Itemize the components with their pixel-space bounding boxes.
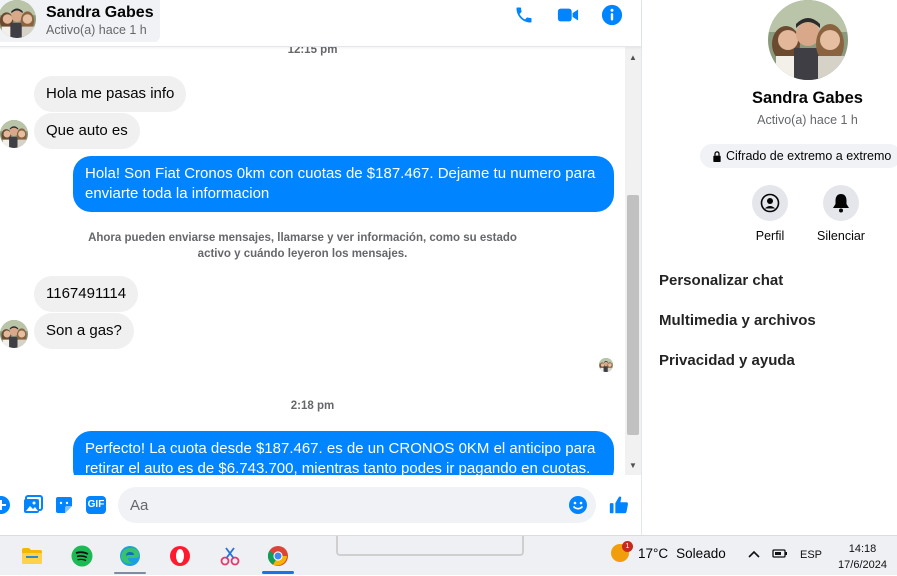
incoming-message[interactable]: Son a gas? <box>34 313 134 349</box>
chrome-icon[interactable] <box>258 536 298 576</box>
clock[interactable]: 14:18 17/6/2024 <box>830 541 895 573</box>
profile-icon <box>752 185 788 221</box>
conversation-info-panel: Sandra Gabes Activo(a) hace 1 h Cifrado … <box>641 0 897 535</box>
profile-label: Perfil <box>755 229 785 243</box>
scroll-down-arrow-icon[interactable]: ▼ <box>625 457 641 473</box>
emoji-icon[interactable] <box>567 494 589 516</box>
customize-chat-item[interactable]: Personalizar chat <box>659 272 783 289</box>
spotify-icon[interactable] <box>62 536 102 576</box>
scrollbar[interactable]: ▲ ▼ <box>625 47 641 475</box>
gif-label: GIF <box>85 496 107 514</box>
weather-widget[interactable]: 1 17°C Soleado <box>610 541 726 563</box>
network-icon[interactable] <box>772 547 788 562</box>
chevron-up-icon[interactable] <box>748 549 760 561</box>
info-icon[interactable] <box>601 4 623 26</box>
language-indicator[interactable]: ESP <box>800 549 822 561</box>
contact-header-button[interactable]: Sandra Gabes Activo(a) hace 1 h <box>0 0 160 42</box>
chat-panel: Sandra Gabes Activo(a) hace 1 h 12:15 pm… <box>0 0 641 535</box>
lock-icon <box>713 150 721 162</box>
timestamp: 2:18 pm <box>290 400 335 412</box>
system-notice: Ahora pueden enviarse mensajes, llamarse… <box>88 232 517 260</box>
scroll-up-arrow-icon[interactable]: ▲ <box>625 49 641 65</box>
privacy-support-item[interactable]: Privacidad y ayuda <box>659 352 795 369</box>
weather-temp: 17°C <box>638 545 669 561</box>
bell-icon <box>823 185 859 221</box>
sticker-icon[interactable] <box>53 494 75 516</box>
message-input[interactable] <box>118 487 596 523</box>
messenger-window: Sandra Gabes Activo(a) hace 1 h 12:15 pm… <box>0 0 897 535</box>
read-receipt-avatar <box>599 358 613 372</box>
message-list[interactable]: 12:15 pm Hola me pasas info Que auto es … <box>0 47 625 475</box>
clock-time: 14:18 <box>848 543 877 555</box>
system-tray: ESP <box>748 547 822 562</box>
taskbar: 1 17°C Soleado ESP 14:18 17/6/2024 <box>0 535 897 575</box>
video-call-icon[interactable] <box>557 4 579 26</box>
profile-name: Sandra Gabes <box>752 89 863 107</box>
composer: GIF <box>0 475 641 535</box>
window-preview-outline <box>336 536 524 556</box>
profile-button[interactable]: Perfil <box>735 185 805 243</box>
profile-status: Activo(a) hace 1 h <box>757 113 858 127</box>
outgoing-message[interactable]: Perfecto! La cuota desde $187.467. es de… <box>73 431 614 475</box>
media-files-item[interactable]: Multimedia y archivos <box>659 312 816 329</box>
thumbs-up-icon[interactable] <box>608 494 630 516</box>
mute-button[interactable]: Silenciar <box>806 185 876 243</box>
timestamp: 12:15 pm <box>287 47 338 56</box>
encryption-label: Cifrado de extremo a extremo <box>726 149 892 163</box>
avatar[interactable] <box>0 0 36 38</box>
profile-avatar[interactable] <box>768 0 848 80</box>
sender-avatar[interactable] <box>0 120 28 148</box>
contact-name[interactable]: Sandra Gabes <box>46 5 154 21</box>
incoming-message[interactable]: Hola me pasas info <box>34 76 187 112</box>
clock-date: 17/6/2024 <box>838 559 887 571</box>
opera-icon[interactable] <box>160 536 200 576</box>
phone-call-icon[interactable] <box>513 4 535 26</box>
mute-label: Silenciar <box>817 229 865 243</box>
weather-text: Soleado <box>676 545 726 561</box>
image-icon[interactable] <box>22 494 44 516</box>
contact-status: Activo(a) hace 1 h <box>46 23 147 38</box>
snipping-tool-icon[interactable] <box>210 536 250 576</box>
gif-icon[interactable]: GIF <box>84 494 108 516</box>
sender-avatar[interactable] <box>0 320 28 348</box>
scroll-thumb[interactable] <box>627 195 639 435</box>
outgoing-message[interactable]: Hola! Son Fiat Cronos 0km con cuotas de … <box>73 156 614 212</box>
incoming-message[interactable]: 1167491114 <box>34 276 139 312</box>
chat-header: Sandra Gabes Activo(a) hace 1 h <box>0 0 641 47</box>
encryption-badge[interactable]: Cifrado de extremo a extremo <box>700 144 897 168</box>
incoming-message[interactable]: Que auto es <box>34 113 140 149</box>
edge-icon[interactable] <box>110 536 150 576</box>
file-explorer-icon[interactable] <box>12 536 52 576</box>
weather-badge: 1 <box>622 541 633 552</box>
add-icon[interactable] <box>0 494 12 516</box>
